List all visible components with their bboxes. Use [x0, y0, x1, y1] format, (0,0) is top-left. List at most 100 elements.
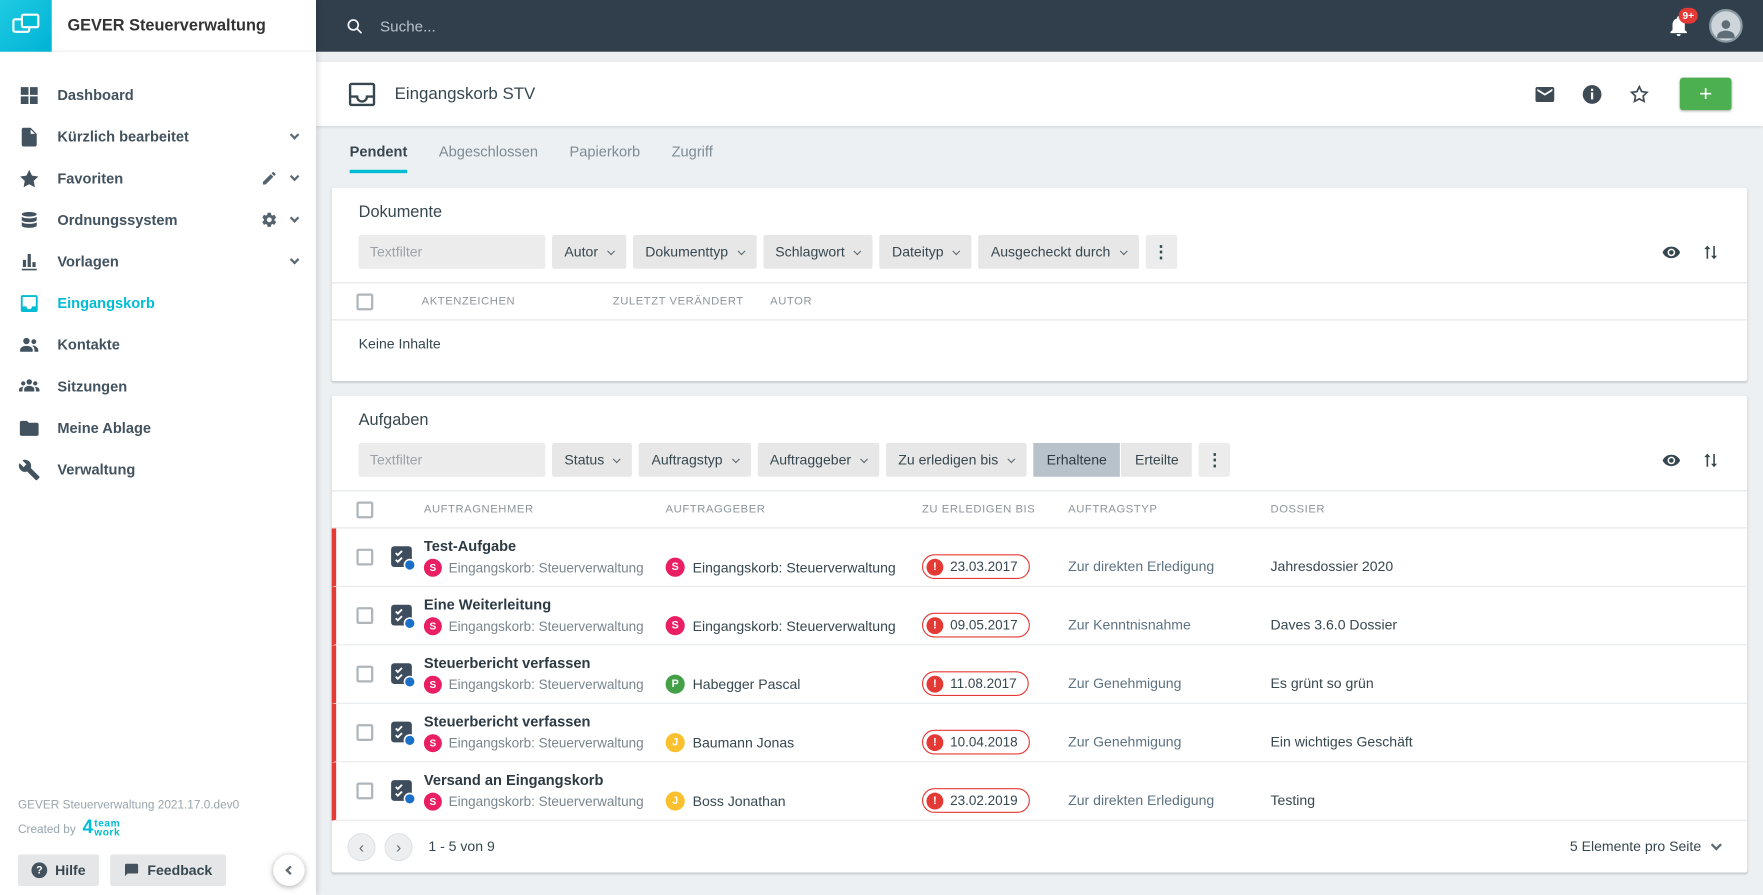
sidebar-item-extras: [261, 211, 300, 228]
sidebar-item[interactable]: Sitzungen: [0, 365, 316, 407]
app-title: GEVER Steuerverwaltung: [67, 16, 266, 35]
pager-next-button[interactable]: ›: [384, 832, 413, 861]
sidebar-item[interactable]: Ordnungssystem: [0, 199, 316, 241]
filter-dropdown[interactable]: Auftragstyp: [639, 442, 751, 477]
due-date: 09.05.2017: [950, 617, 1018, 634]
task-row[interactable]: Steuerbericht verfassen S Eingangskorb: …: [331, 645, 1748, 704]
user-avatar[interactable]: [1709, 8, 1743, 43]
row-checkbox[interactable]: [356, 665, 374, 683]
mail-icon[interactable]: [1534, 83, 1556, 105]
auftragnehmer-cell: Eine Weiterleitung S Eingangskorb: Steue…: [423, 596, 666, 636]
chevron-down-icon: [1710, 839, 1722, 851]
tab[interactable]: Abgeschlossen: [439, 143, 538, 173]
sidebar-item-label: Favoriten: [57, 169, 124, 187]
toggle-button[interactable]: Erteilte: [1121, 442, 1193, 477]
filter-dropdown[interactable]: Dokumenttyp: [632, 234, 757, 269]
row-checkbox[interactable]: [356, 782, 374, 800]
task-title-link[interactable]: Steuerbericht verfassen: [424, 713, 666, 730]
task-title-link[interactable]: Steuerbericht verfassen: [424, 654, 666, 671]
add-button[interactable]: +: [1679, 77, 1732, 111]
task-row[interactable]: Test-Aufgabe S Eingangskorb: Steuerverwa…: [331, 528, 1748, 587]
more-filters-button[interactable]: ⋮: [1145, 234, 1177, 269]
row-checkbox[interactable]: [356, 724, 374, 741]
due-date: 23.03.2017: [950, 558, 1018, 575]
task-row[interactable]: Eine Weiterleitung S Eingangskorb: Steue…: [331, 586, 1748, 646]
column-visibility-eye-icon[interactable]: [1662, 450, 1681, 469]
aufgaben-textfilter-input[interactable]: [358, 442, 546, 477]
auftragnehmer-sub: S Eingangskorb: Steuerverwaltung: [423, 792, 666, 811]
column-header[interactable]: AUFTRAGSTYP: [1068, 503, 1270, 515]
auftraggeber-name: Baumann Jonas: [692, 734, 795, 751]
filter-dropdown[interactable]: Auftraggeber: [757, 442, 880, 477]
filter-dropdown[interactable]: Status: [552, 442, 633, 477]
avatar: J: [665, 733, 685, 753]
column-header[interactable]: AKTENZEICHEN: [422, 295, 613, 307]
task-icon: [389, 544, 416, 571]
filter-dropdown[interactable]: Dateityp: [879, 234, 972, 269]
filter-dropdown[interactable]: Ausgecheckt durch: [978, 234, 1139, 269]
sidebar-item[interactable]: Verwaltung: [0, 449, 316, 491]
edit-favorites-icon[interactable]: [261, 170, 278, 187]
chevron-down-icon[interactable]: [289, 171, 300, 182]
filter-dropdown-label: Status: [564, 451, 605, 468]
column-header[interactable]: AUFTRAGGEBER: [666, 503, 922, 515]
filter-dropdown[interactable]: Schlagwort: [762, 234, 873, 269]
sidebar-item[interactable]: Dashboard: [0, 74, 316, 116]
favorite-star-icon[interactable]: [1628, 83, 1650, 105]
sidebar-item-icon: [18, 458, 40, 480]
task-title-link[interactable]: Versand an Eingangskorb: [424, 771, 666, 788]
select-all-checkbox[interactable]: [356, 292, 374, 310]
row-checkbox-cell: [345, 782, 383, 800]
task-row[interactable]: Steuerbericht verfassen S Eingangskorb: …: [331, 703, 1748, 763]
row-checkbox[interactable]: [356, 548, 374, 566]
sidebar-item[interactable]: Kontakte: [0, 324, 316, 366]
select-all-checkbox[interactable]: [356, 500, 374, 518]
chevron-down-icon[interactable]: [289, 213, 300, 223]
sidebar-item[interactable]: Meine Ablage: [0, 407, 316, 449]
app-logo-icon[interactable]: [0, 0, 52, 52]
received-issued-toggle: Erhaltene Erteilte: [1033, 442, 1193, 477]
brand-logo[interactable]: 4 team work: [82, 818, 120, 837]
row-checkbox[interactable]: [356, 607, 374, 625]
column-header[interactable]: DOSSIER: [1271, 503, 1721, 515]
feedback-button[interactable]: Feedback: [110, 854, 226, 886]
column-header[interactable]: ZU ERLEDIGEN BIS: [922, 503, 1068, 515]
sort-icon[interactable]: [1701, 450, 1720, 469]
pager-prev-button[interactable]: ‹: [347, 832, 376, 861]
column-header[interactable]: ZULETZT VERÄNDERT: [613, 295, 770, 307]
auftragnehmer-sub: S Eingangskorb: Steuerverwaltung: [423, 675, 666, 694]
dokumente-textfilter-input[interactable]: [358, 234, 546, 269]
toggle-button[interactable]: Erhaltene: [1033, 442, 1121, 477]
info-icon[interactable]: [1581, 83, 1603, 105]
filter-dropdown[interactable]: Zu erledigen bis: [885, 442, 1027, 477]
more-filters-button[interactable]: ⋮: [1198, 442, 1231, 477]
help-button[interactable]: ? Hilfe: [17, 854, 100, 886]
chevron-down-icon[interactable]: [289, 130, 300, 140]
auftragnehmer-sub: S Eingangskorb: Steuerverwaltung: [423, 617, 666, 636]
notifications-button[interactable]: 9+: [1666, 7, 1698, 38]
sidebar-collapse-button[interactable]: [273, 854, 305, 886]
sidebar-item[interactable]: Kürzlich bearbeitet: [0, 116, 316, 158]
chevron-down-icon[interactable]: [289, 254, 300, 265]
sidebar-item[interactable]: Vorlagen: [0, 241, 316, 283]
search-input[interactable]: [377, 16, 851, 36]
task-title-link[interactable]: Test-Aufgabe: [424, 537, 666, 554]
column-header[interactable]: AUFTRAGNEHMER: [424, 503, 666, 515]
tab[interactable]: Zugriff: [672, 143, 713, 173]
task-title-link[interactable]: Eine Weiterleitung: [424, 596, 666, 613]
sidebar-item[interactable]: Eingangskorb: [0, 282, 316, 324]
task-row[interactable]: Versand an Eingangskorb S Eingangskorb: …: [331, 762, 1748, 821]
due-date-badge: ! 23.03.2017: [921, 554, 1030, 580]
settings-gear-icon[interactable]: [261, 211, 278, 228]
column-header[interactable]: AUTOR: [770, 295, 1720, 307]
tab[interactable]: Pendent: [349, 143, 408, 174]
created-by-line: Created by 4 team work: [18, 818, 305, 837]
row-checkbox-cell: [345, 665, 383, 683]
sidebar-item[interactable]: Favoriten: [0, 157, 316, 199]
select-all-cell: [345, 500, 383, 518]
tab[interactable]: Papierkorb: [569, 143, 640, 173]
per-page-select[interactable]: 5 Elemente pro Seite: [1570, 839, 1722, 855]
sort-icon[interactable]: [1701, 242, 1720, 261]
column-visibility-eye-icon[interactable]: [1662, 242, 1681, 261]
filter-dropdown[interactable]: Autor: [552, 234, 627, 269]
